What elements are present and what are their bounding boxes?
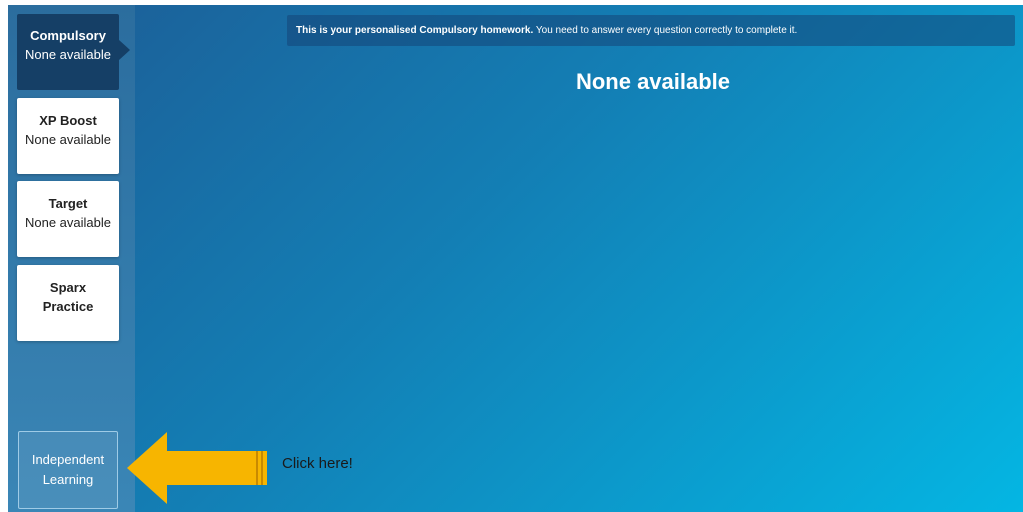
tab-xp-boost-title: XP Boost [39,113,97,128]
tab-compulsory-status: None available [24,47,111,62]
click-here-annotation: Click here! [282,455,353,472]
tab-target[interactable]: Target None available [17,181,119,257]
tab-sparx-title-line2: Practice [42,299,94,314]
page-title: None available [575,69,731,94]
independent-learning-button[interactable]: Independent Learning [18,431,118,509]
tab-target-status: None available [24,215,111,230]
banner-text: You need to answer every question correc… [533,25,798,36]
tab-compulsory[interactable]: Compulsory None available [17,14,130,90]
independent-learning-line2: Learning [42,472,94,487]
banner-bold-text: This is your personalised Compulsory hom… [296,25,534,36]
tab-xp-boost[interactable]: XP Boost None available [17,98,119,174]
independent-learning-line1: Independent [31,452,105,467]
sidebar: Compulsory None available XP Boost None … [8,5,135,512]
info-banner: This is your personalised Compulsory hom… [287,15,1015,46]
tab-target-title: Target [48,196,88,211]
tab-sparx-practice[interactable]: Sparx Practice [17,265,119,341]
pointing-arrow-icon [127,432,267,504]
tab-sparx-title-line1: Sparx [49,280,87,295]
tab-compulsory-title: Compulsory [30,28,106,43]
tab-xp-boost-status: None available [24,132,111,147]
